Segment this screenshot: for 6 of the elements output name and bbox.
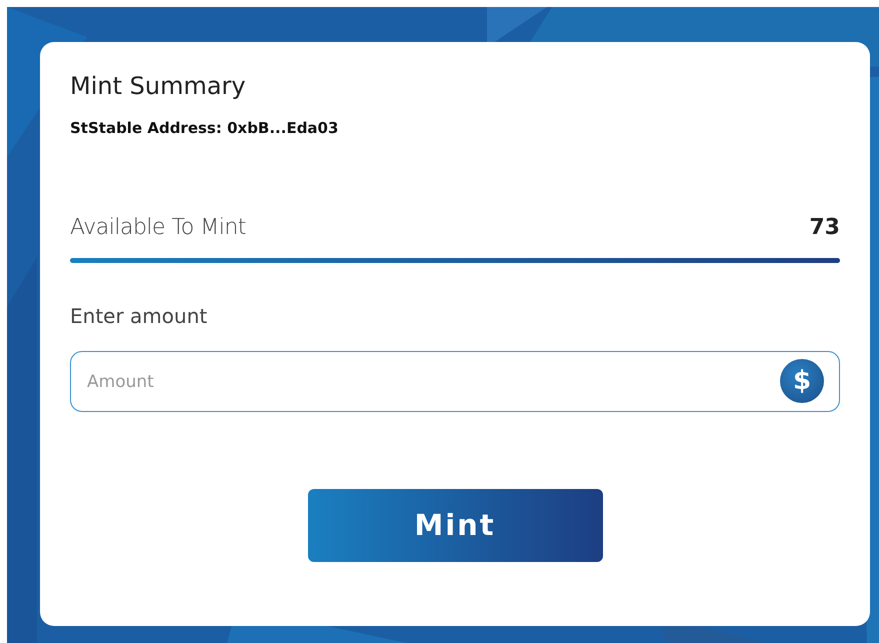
address-label: StStable Address: 0xbB...Eda03	[70, 118, 340, 139]
amount-label: Enter amount	[70, 303, 208, 330]
card-title: Mint Summary	[70, 72, 247, 101]
available-value: 73	[809, 214, 840, 242]
available-label: Available To Mint	[70, 214, 246, 242]
mint-button[interactable]: Mint	[308, 489, 602, 562]
